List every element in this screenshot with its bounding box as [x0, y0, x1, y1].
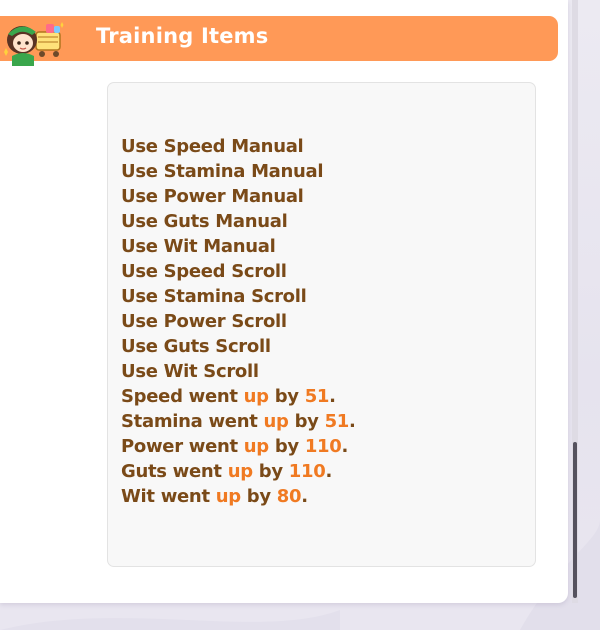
stat-end: . — [341, 436, 349, 457]
character-with-shopping-cart-icon — [4, 22, 64, 66]
stat-by-text: by — [288, 411, 325, 432]
stat-amount: 51 — [304, 386, 330, 407]
stat-by-text: by — [252, 461, 289, 482]
log-line-stat-change: Speed went up by 51. — [121, 384, 356, 409]
stat-by-text: by — [268, 386, 305, 407]
log-line-used-item: Use Wit Scroll — [121, 361, 259, 382]
stat-end: . — [325, 461, 332, 482]
log-line-used-item: Use Guts Scroll — [121, 336, 271, 357]
log-line-used-item: Use Power Manual — [121, 186, 304, 207]
stat-direction: up — [243, 386, 269, 407]
training-log-box: Use Speed Manual Use Stamina Manual Use … — [107, 82, 536, 567]
stat-end: . — [301, 486, 308, 507]
log-line-stat-change: Guts went up by 110. — [121, 459, 356, 484]
stat-amount: 80 — [276, 486, 302, 507]
stat-direction: up — [215, 486, 241, 507]
stat-amount: 110 — [304, 436, 342, 457]
stat-direction: up — [227, 461, 253, 482]
log-line-used-item: Use Speed Scroll — [121, 261, 287, 282]
log-line-used-item: Use Speed Manual — [121, 136, 304, 157]
log-line-used-item: Use Guts Manual — [121, 211, 288, 232]
log-line-stat-change: Wit went up by 80. — [121, 484, 356, 509]
log-line-used-item: Use Stamina Manual — [121, 161, 324, 182]
stat-direction: up — [243, 436, 269, 457]
training-log-list: Use Speed Manual Use Stamina Manual Use … — [121, 134, 356, 509]
stat-end: . — [329, 386, 336, 407]
stat-amount: 51 — [324, 411, 350, 432]
log-line-used-item: Use Stamina Scroll — [121, 286, 307, 307]
log-line-used-item: Use Wit Manual — [121, 236, 276, 257]
section-title: Training Items — [96, 24, 269, 48]
stat-change-text: Stamina went — [121, 411, 264, 432]
log-line-used-item: Use Power Scroll — [121, 311, 287, 332]
stat-by-text: by — [268, 436, 305, 457]
scrollbar-thumb[interactable] — [573, 442, 577, 598]
stat-by-text: by — [240, 486, 277, 507]
log-line-stat-change: Power went up by 110. — [121, 434, 356, 459]
stat-direction: up — [263, 411, 289, 432]
log-line-stat-change: Stamina went up by 51. — [121, 409, 356, 434]
stat-change-text: Speed went — [121, 386, 244, 407]
stat-change-text: Power went — [121, 436, 244, 457]
section-header — [0, 16, 558, 61]
stat-amount: 110 — [288, 461, 326, 482]
stat-change-text: Wit went — [121, 486, 216, 507]
stat-change-text: Guts went — [121, 461, 228, 482]
stat-end: . — [349, 411, 356, 432]
